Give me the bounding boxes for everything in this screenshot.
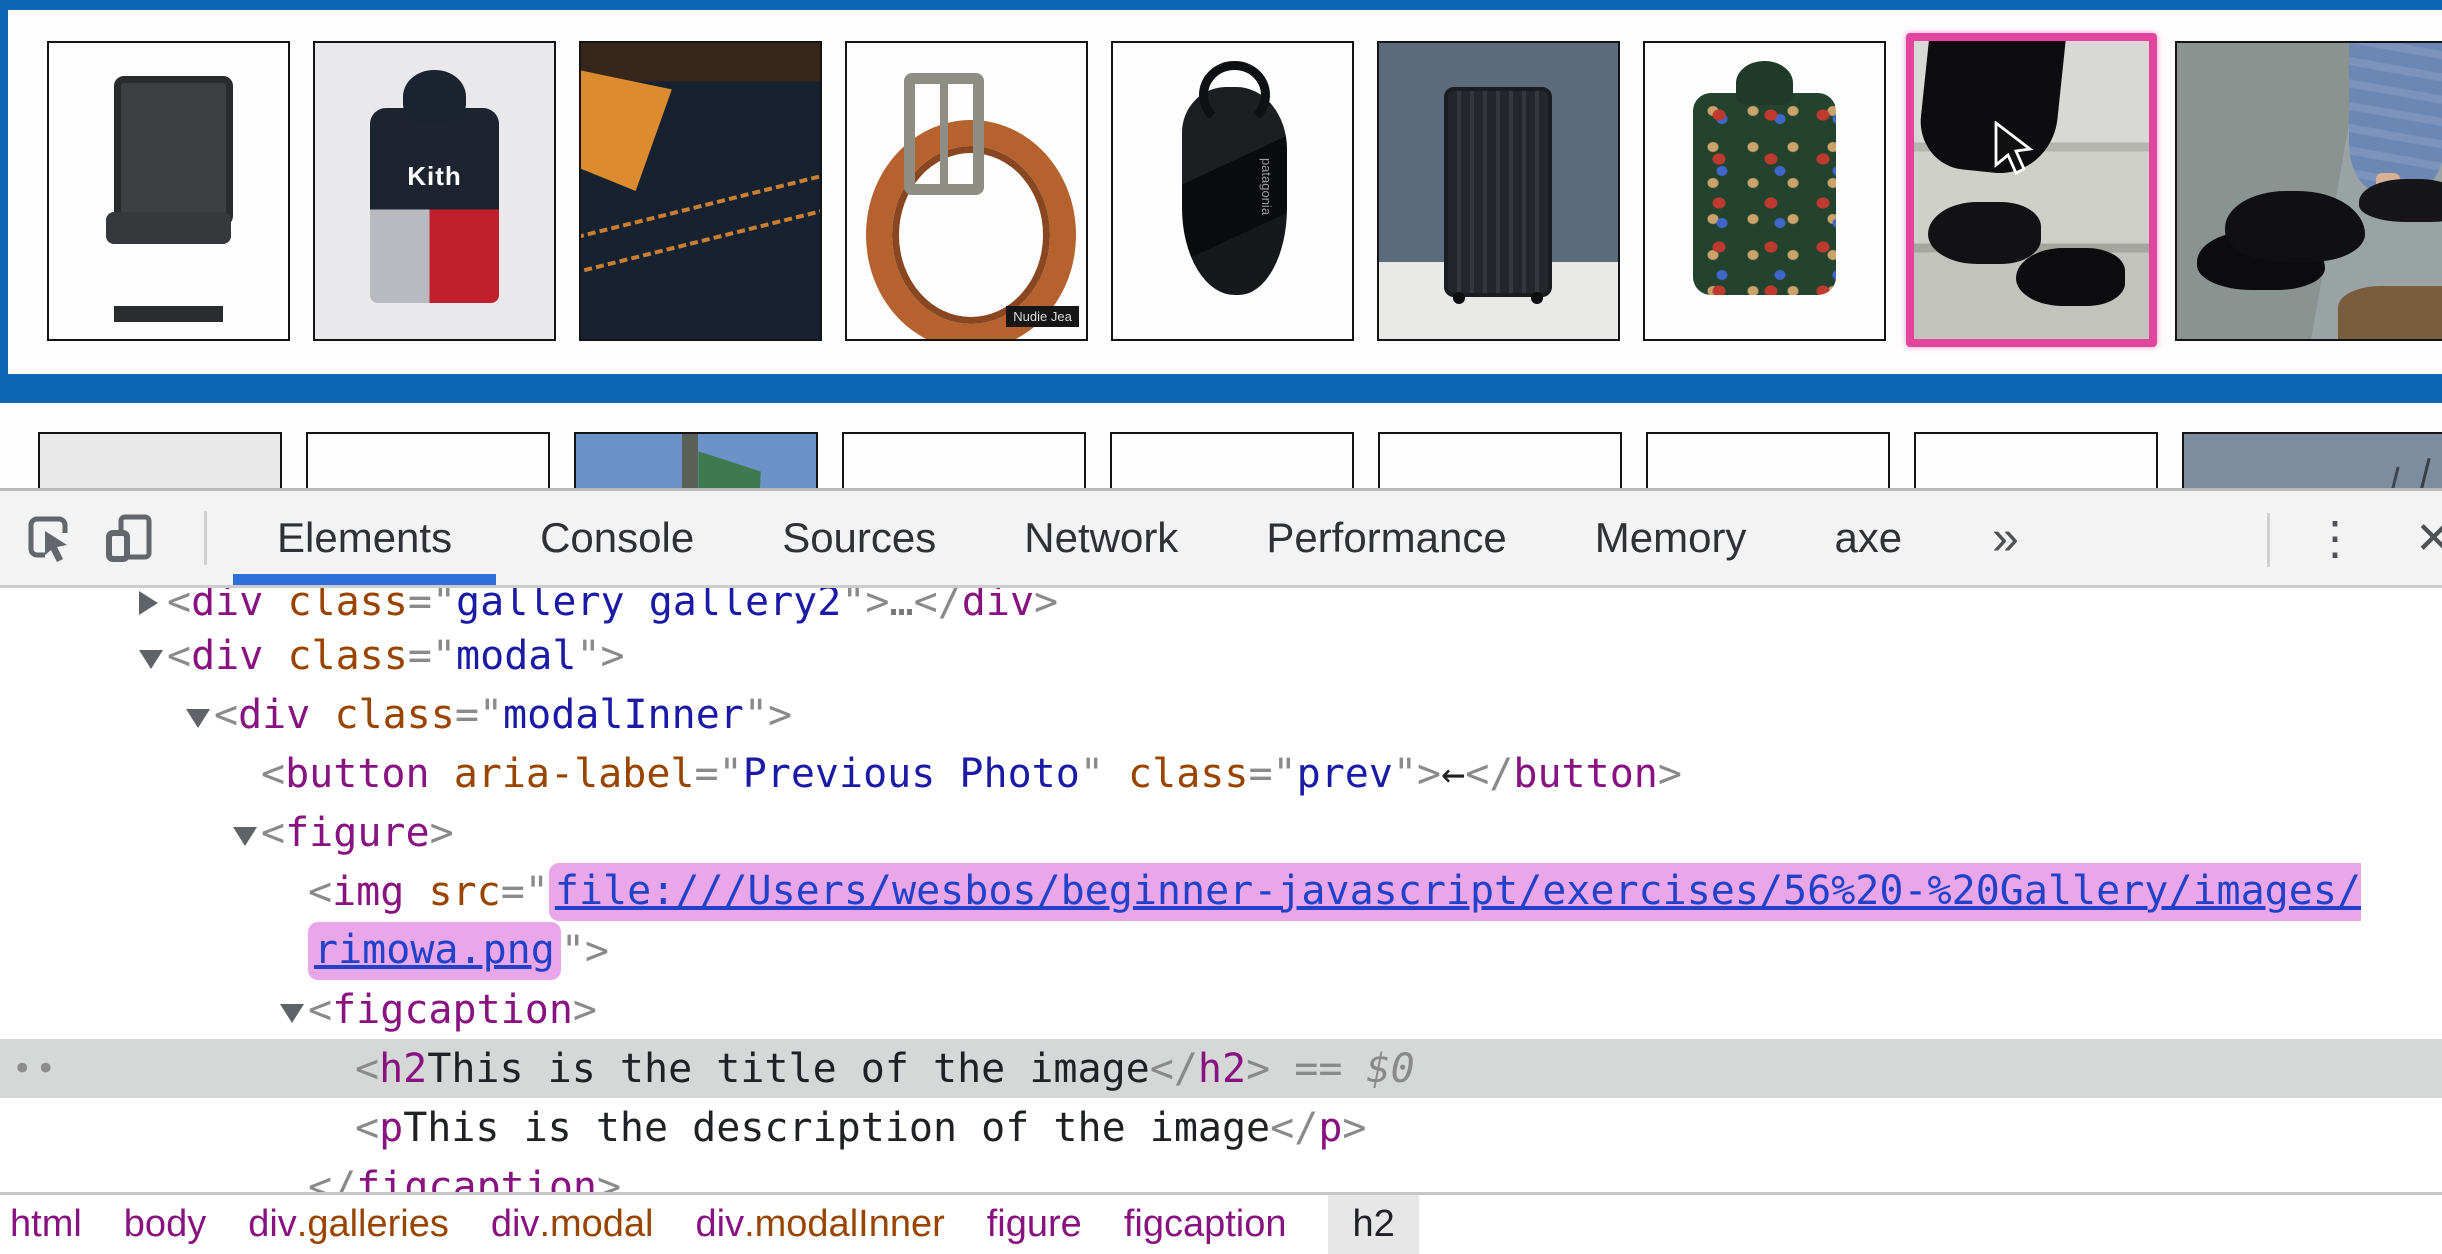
gallery-image-denim-jeans-closeup[interactable] xyxy=(579,41,822,341)
toolbar-divider xyxy=(204,511,207,565)
gallery-image-leather-belt[interactable]: Nudie Jea xyxy=(845,41,1088,341)
device-toolbar-icon[interactable] xyxy=(100,510,156,566)
toolbar-divider-right xyxy=(2267,513,2270,567)
gallery-image-portrait-thumb[interactable] xyxy=(306,432,550,488)
devtools-toolbar: ElementsConsoleSourcesNetworkPerformance… xyxy=(0,488,2442,588)
dom-tree: <div class="gallery gallery2">…</div><di… xyxy=(0,588,2442,1192)
tab-memory[interactable]: Memory xyxy=(1551,491,1791,585)
green-flag-sky-thumb-photo xyxy=(576,434,816,488)
gray-chair-thumb-photo xyxy=(40,434,280,488)
kith-hoodie-label: Kith xyxy=(315,161,554,192)
browser-window: { "colors": { "gallery_border_blue": "#0… xyxy=(0,0,2442,1254)
breadcrumb-figcaption[interactable]: figcaption xyxy=(1124,1195,1287,1254)
backpack-straps-thumb-photo xyxy=(1916,434,2156,488)
devtools-panel: ElementsConsoleSourcesNetworkPerformance… xyxy=(0,488,2442,1254)
devtools-tabs: ElementsConsoleSourcesNetworkPerformance… xyxy=(233,491,1946,585)
leather-belt-label: Nudie Jea xyxy=(1006,306,1079,327)
dom-breadcrumbs: html body div.galleries div.modal div.modalI… xyxy=(0,1192,2442,1254)
leather-belt-photo: Nudie Jea xyxy=(847,43,1086,339)
portrait-thumb-photo xyxy=(308,434,548,488)
breadcrumb-html[interactable]: html xyxy=(10,1195,82,1254)
aluminum-suitcase-photo xyxy=(1379,43,1618,339)
expanded-arrow-icon[interactable] xyxy=(280,987,308,1033)
tab-axe[interactable]: axe xyxy=(1790,491,1946,585)
expanded-arrow-icon[interactable] xyxy=(139,633,167,679)
dom-tree-line[interactable]: <pThis is the description of the image</… xyxy=(0,1098,2442,1157)
ankle-shape xyxy=(2376,173,2400,211)
gallery-image-green-flag-sky-thumb[interactable] xyxy=(574,432,818,488)
gallery-image-orange-luggage-thumb[interactable] xyxy=(1646,432,1890,488)
collapsed-arrow-icon[interactable] xyxy=(139,588,167,625)
gallery-image-dark-hoodie-thumb[interactable] xyxy=(1110,432,1354,488)
branches-scene-thumb-photo xyxy=(2184,434,2442,488)
dom-tree-line[interactable]: </figcaption> xyxy=(0,1157,2442,1192)
expanded-arrow-icon[interactable] xyxy=(233,810,261,856)
img-src-link[interactable]: file:///Users/wesbos/beginner-javascript… xyxy=(549,863,2361,921)
tropical-print-jacket-photo xyxy=(1645,43,1884,339)
gallery-divider-border xyxy=(0,374,2442,403)
gallery-image-branches-scene-thumb[interactable] xyxy=(2182,432,2442,488)
dom-tree-line[interactable]: ••<h2This is the title of the image</h2>… xyxy=(0,1039,2442,1098)
dom-tree-line[interactable]: <img src="file:///Users/wesbos/beginner-… xyxy=(0,862,2442,921)
tab-console[interactable]: Console xyxy=(496,491,738,585)
denim-jeans-closeup-photo xyxy=(581,43,820,339)
img-src-link[interactable]: rimowa.png xyxy=(308,922,561,980)
gallery-image-black-running-shoes[interactable] xyxy=(1906,33,2157,347)
gallery-image-tropical-print-jacket[interactable] xyxy=(1643,41,1886,341)
gallery-bottom xyxy=(0,403,2442,488)
gallery-image-black-sneakers-wet-street[interactable] xyxy=(2175,41,2442,341)
gallery-left-border xyxy=(0,0,8,374)
dom-tree-line[interactable]: <div class="modalInner"> xyxy=(0,685,2442,744)
gallery-image-gray-device-thumb[interactable] xyxy=(842,432,1086,488)
devtools-menu-icon[interactable]: ⋮ xyxy=(2312,491,2358,585)
dom-tree-line[interactable]: <figcaption> xyxy=(0,980,2442,1039)
dark-hoodie-thumb-photo xyxy=(1112,434,1352,488)
breadcrumb-div-galleries[interactable]: div.galleries xyxy=(248,1195,449,1254)
dom-tree-line[interactable]: rimowa.png"> xyxy=(0,921,2442,980)
tab-performance[interactable]: Performance xyxy=(1222,491,1550,585)
black-backpack-label: patagonia xyxy=(1259,158,1274,215)
gallery-image-kith-hoodie[interactable]: Kith xyxy=(313,41,556,341)
gallery-image-backpack-straps-thumb[interactable] xyxy=(1914,432,2158,488)
camp-chair-photo xyxy=(49,43,288,339)
dom-tree-line[interactable]: <button aria-label="Previous Photo" clas… xyxy=(0,744,2442,803)
gallery-image-aluminum-suitcase[interactable] xyxy=(1377,41,1620,341)
orange-luggage-thumb-photo xyxy=(1648,434,1888,488)
dom-tree-line[interactable]: <div class="modal"> xyxy=(0,626,2442,685)
gallery-image-jeans-orange-tag-thumb[interactable] xyxy=(1378,432,1622,488)
gallery-image-camp-chair[interactable] xyxy=(47,41,290,341)
gallery-image-black-backpack[interactable]: patagonia xyxy=(1111,41,1354,341)
kith-hoodie-photo: Kith xyxy=(315,43,554,339)
gallery-top-border xyxy=(0,0,2442,10)
inspect-element-icon[interactable] xyxy=(22,510,78,566)
breadcrumb-figure[interactable]: figure xyxy=(987,1195,1082,1254)
gray-device-thumb-photo xyxy=(844,434,1084,488)
expanded-arrow-icon[interactable] xyxy=(186,692,214,738)
jeans-orange-tag-thumb-photo xyxy=(1380,434,1620,488)
tab-network[interactable]: Network xyxy=(980,491,1222,585)
breadcrumb-div-modal[interactable]: div.modal xyxy=(491,1195,654,1254)
breadcrumb-h2[interactable]: h2 xyxy=(1328,1195,1418,1254)
more-tabs-button[interactable]: » xyxy=(1992,511,2019,566)
mouse-cursor-icon xyxy=(1992,121,2038,177)
devtools-close-icon[interactable]: ✕ xyxy=(2415,491,2442,585)
dom-tree-line[interactable]: <figure> xyxy=(0,803,2442,862)
tab-elements[interactable]: Elements xyxy=(233,491,496,585)
black-sneakers-wet-street-photo xyxy=(2177,43,2442,339)
mud-shape xyxy=(2338,286,2442,339)
breadcrumb-div-modalInner[interactable]: div.modalInner xyxy=(696,1195,945,1254)
gallery-image-gray-chair-thumb[interactable] xyxy=(38,432,282,488)
tab-sources[interactable]: Sources xyxy=(738,491,980,585)
black-backpack-photo: patagonia xyxy=(1113,43,1352,339)
dom-tree-line[interactable]: <div class="gallery gallery2">…</div> xyxy=(0,588,2442,626)
breadcrumb-body[interactable]: body xyxy=(124,1195,206,1254)
row-overflow-dots: •• xyxy=(12,1049,59,1089)
gallery-top: Kith Nudie Jea patagonia xyxy=(0,10,2442,374)
black-running-shoes-photo xyxy=(1914,41,2149,339)
